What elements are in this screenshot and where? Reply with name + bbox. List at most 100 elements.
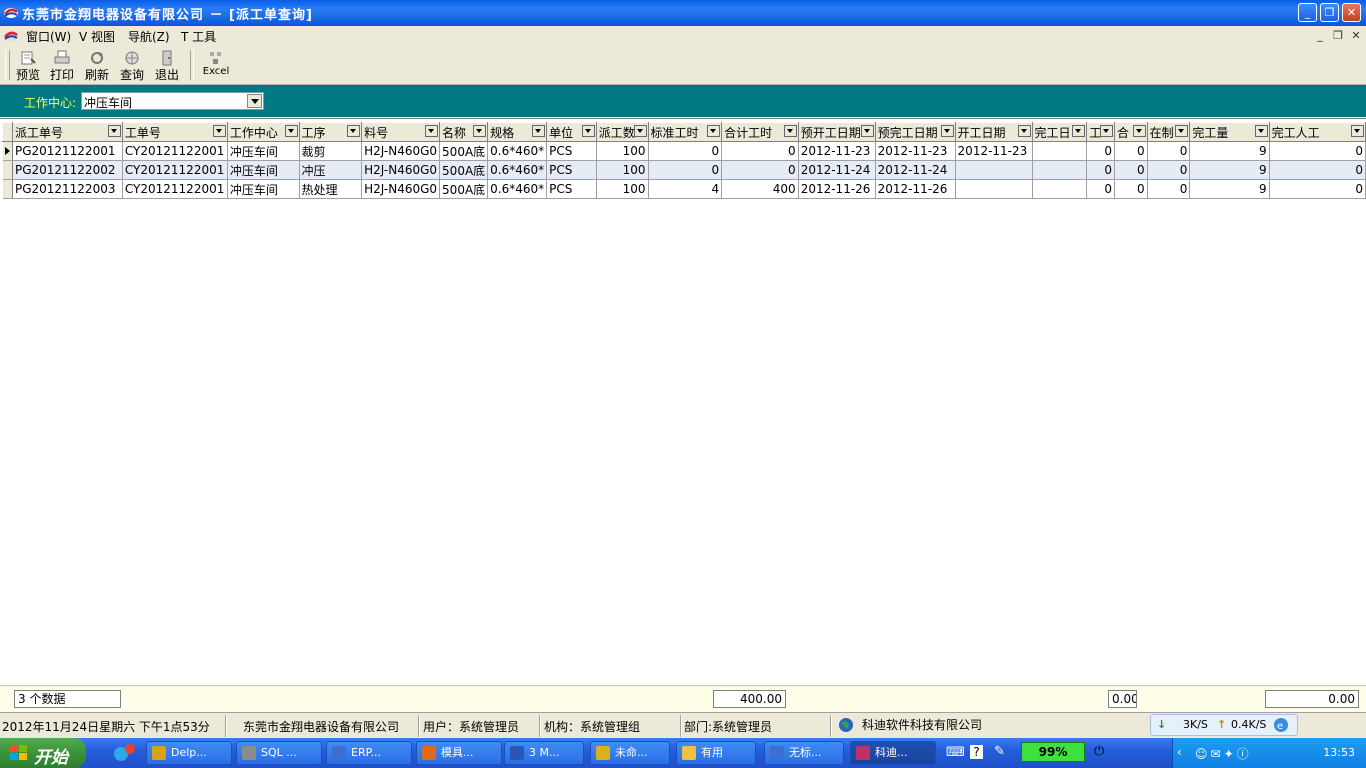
column-header[interactable]: 完工量 (1189, 122, 1270, 142)
grid-cell[interactable]: PG20121122001 (12, 141, 123, 161)
refresh-button[interactable]: 刷新 (81, 48, 113, 82)
grid-cell[interactable]: 0 (1086, 179, 1115, 199)
grid-cell[interactable]: 0 (1269, 179, 1366, 199)
grid-cell[interactable]: H2J-N460G0 (361, 160, 441, 180)
grid-cell[interactable]: 2012-11-23 (875, 141, 956, 161)
grid-cell[interactable] (1032, 160, 1088, 180)
mdi-restore-button[interactable]: ❐ (1330, 28, 1346, 43)
taskbar-button[interactable]: 模具... (416, 741, 502, 765)
taskbar-button[interactable]: ERP... (326, 741, 412, 765)
column-header[interactable]: 派工单号 (11, 122, 123, 142)
column-header[interactable]: 工作中心 (226, 122, 300, 142)
column-header[interactable]: 工 (1086, 122, 1115, 142)
grid-cell[interactable] (955, 179, 1033, 199)
net-speed-widget[interactable]: ↓ 3K/S ↑ 0.4K/S e (1150, 714, 1298, 736)
grid-cell[interactable]: PG20121122002 (12, 160, 123, 180)
column-header[interactable]: 工序 (298, 122, 363, 142)
grid-cell[interactable]: PCS (546, 160, 597, 180)
mdi-minimize-button[interactable]: _ (1312, 28, 1328, 43)
taskbar-button[interactable]: SQL ... (236, 741, 322, 765)
restore-button[interactable]: ❐ (1320, 3, 1339, 22)
column-filter-dropdown-icon[interactable] (1132, 125, 1146, 137)
grid-cell[interactable]: 400 (721, 179, 799, 199)
column-filter-dropdown-icon[interactable] (783, 125, 797, 137)
menu-navigate[interactable]: 导航(Z) (128, 28, 170, 45)
grid-cell[interactable]: 100 (596, 179, 649, 199)
column-filter-dropdown-icon[interactable] (532, 125, 546, 137)
grid-cell[interactable]: 100 (596, 160, 649, 180)
column-filter-dropdown-icon[interactable] (581, 125, 595, 137)
grid-cell[interactable]: 2012-11-26 (875, 179, 956, 199)
column-filter-dropdown-icon[interactable] (347, 125, 361, 137)
grid-cell[interactable]: H2J-N460G0 (361, 141, 441, 161)
taskbar-button[interactable]: 有用 (676, 741, 756, 765)
column-header[interactable]: 完工人工 (1268, 122, 1366, 142)
work-center-select[interactable]: 冲压车间 (81, 92, 264, 110)
column-filter-dropdown-icon[interactable] (1072, 125, 1086, 137)
grid-cell[interactable]: PG20121122003 (12, 179, 123, 199)
grid-cell[interactable]: 0 (1086, 141, 1115, 161)
grid-cell[interactable]: 2012-11-24 (798, 160, 876, 180)
grid-cell[interactable]: 0 (1114, 179, 1148, 199)
taskbar-button[interactable]: 3 M... (504, 741, 584, 765)
tray-icons[interactable]: ☺✉✦ⓘ (1195, 745, 1252, 762)
row-indicator[interactable] (2, 160, 13, 180)
grid-cell[interactable]: 500A底 (439, 141, 489, 161)
grid-cell[interactable]: 2012-11-24 (875, 160, 956, 180)
menu-window[interactable]: 窗口(W) (26, 28, 71, 45)
power-plug-icon[interactable]: ⏻ (1094, 744, 1104, 759)
column-header[interactable]: 合计工时 (721, 122, 799, 142)
grid-cell[interactable]: PCS (546, 179, 597, 199)
column-header[interactable]: 单位 (546, 122, 597, 142)
column-header[interactable]: 完工日 (1031, 122, 1088, 142)
column-filter-dropdown-icon[interactable] (1099, 125, 1113, 137)
grid-cell[interactable]: 0 (721, 160, 799, 180)
grid-cell[interactable]: 0 (1147, 179, 1191, 199)
grid-cell[interactable] (1032, 141, 1088, 161)
grid-cell[interactable]: CY20121122001 (122, 141, 228, 161)
start-button[interactable]: 开始 (0, 738, 86, 768)
expand-tray-icon[interactable]: ‹ (1177, 745, 1182, 759)
grid-cell[interactable]: 100 (596, 141, 649, 161)
grid-cell[interactable]: 0 (1114, 160, 1148, 180)
column-header[interactable]: 合 (1113, 122, 1148, 142)
grid-cell[interactable]: 0 (1147, 141, 1191, 161)
grid-cell[interactable]: 0 (1269, 141, 1366, 161)
excel-button[interactable]: Excel (198, 48, 234, 82)
grid-cell[interactable]: 0 (1147, 160, 1191, 180)
grid-cell[interactable]: 0.6*460* (487, 160, 548, 180)
menu-tools[interactable]: T 工具 (181, 28, 216, 45)
close-button[interactable]: ✕ (1342, 3, 1361, 22)
battery-indicator[interactable]: 99% (1021, 742, 1085, 762)
column-header[interactable]: 名称 (439, 122, 489, 142)
column-header[interactable]: 工单号 (121, 122, 228, 142)
grid-cell[interactable]: 9 (1189, 141, 1270, 161)
table-row[interactable]: PG20121122003 CY20121122001 冲压车间 热处理 H2J-N46… (2, 179, 1366, 199)
column-header[interactable]: 规格 (487, 122, 548, 142)
column-filter-dropdown-icon[interactable] (473, 125, 487, 137)
column-header[interactable]: 开工日期 (954, 122, 1033, 142)
help-icon[interactable]: ? (970, 745, 983, 759)
grid-cell[interactable]: 热处理 (299, 179, 363, 199)
taskbar-button[interactable]: 科迪... (850, 741, 936, 765)
column-filter-dropdown-icon[interactable] (1254, 125, 1268, 137)
row-indicator[interactable] (2, 179, 13, 199)
quick-launch[interactable] (112, 742, 140, 764)
grid-cell[interactable]: 0 (1086, 160, 1115, 180)
print-button[interactable]: 打印 (46, 48, 78, 82)
row-indicator[interactable] (2, 141, 13, 161)
chevron-down-icon[interactable] (247, 94, 262, 108)
grid-cell[interactable]: 0.6*460* (487, 141, 548, 161)
column-filter-dropdown-icon[interactable] (707, 125, 721, 137)
grid-cell[interactable]: 500A底 (439, 179, 489, 199)
menu-view[interactable]: V 视图 (79, 28, 115, 45)
column-filter-dropdown-icon[interactable] (1017, 125, 1031, 137)
preview-button[interactable]: 预览 (12, 48, 44, 82)
grid-cell[interactable]: 冲压车间 (227, 141, 300, 161)
grid-cell[interactable]: 0 (1269, 160, 1366, 180)
grid-cell[interactable] (955, 160, 1033, 180)
column-header[interactable]: 料号 (361, 122, 441, 142)
grid-cell[interactable]: 2012-11-26 (798, 179, 876, 199)
query-button[interactable]: 查询 (116, 48, 148, 82)
grid-cell[interactable]: CY20121122001 (122, 179, 228, 199)
